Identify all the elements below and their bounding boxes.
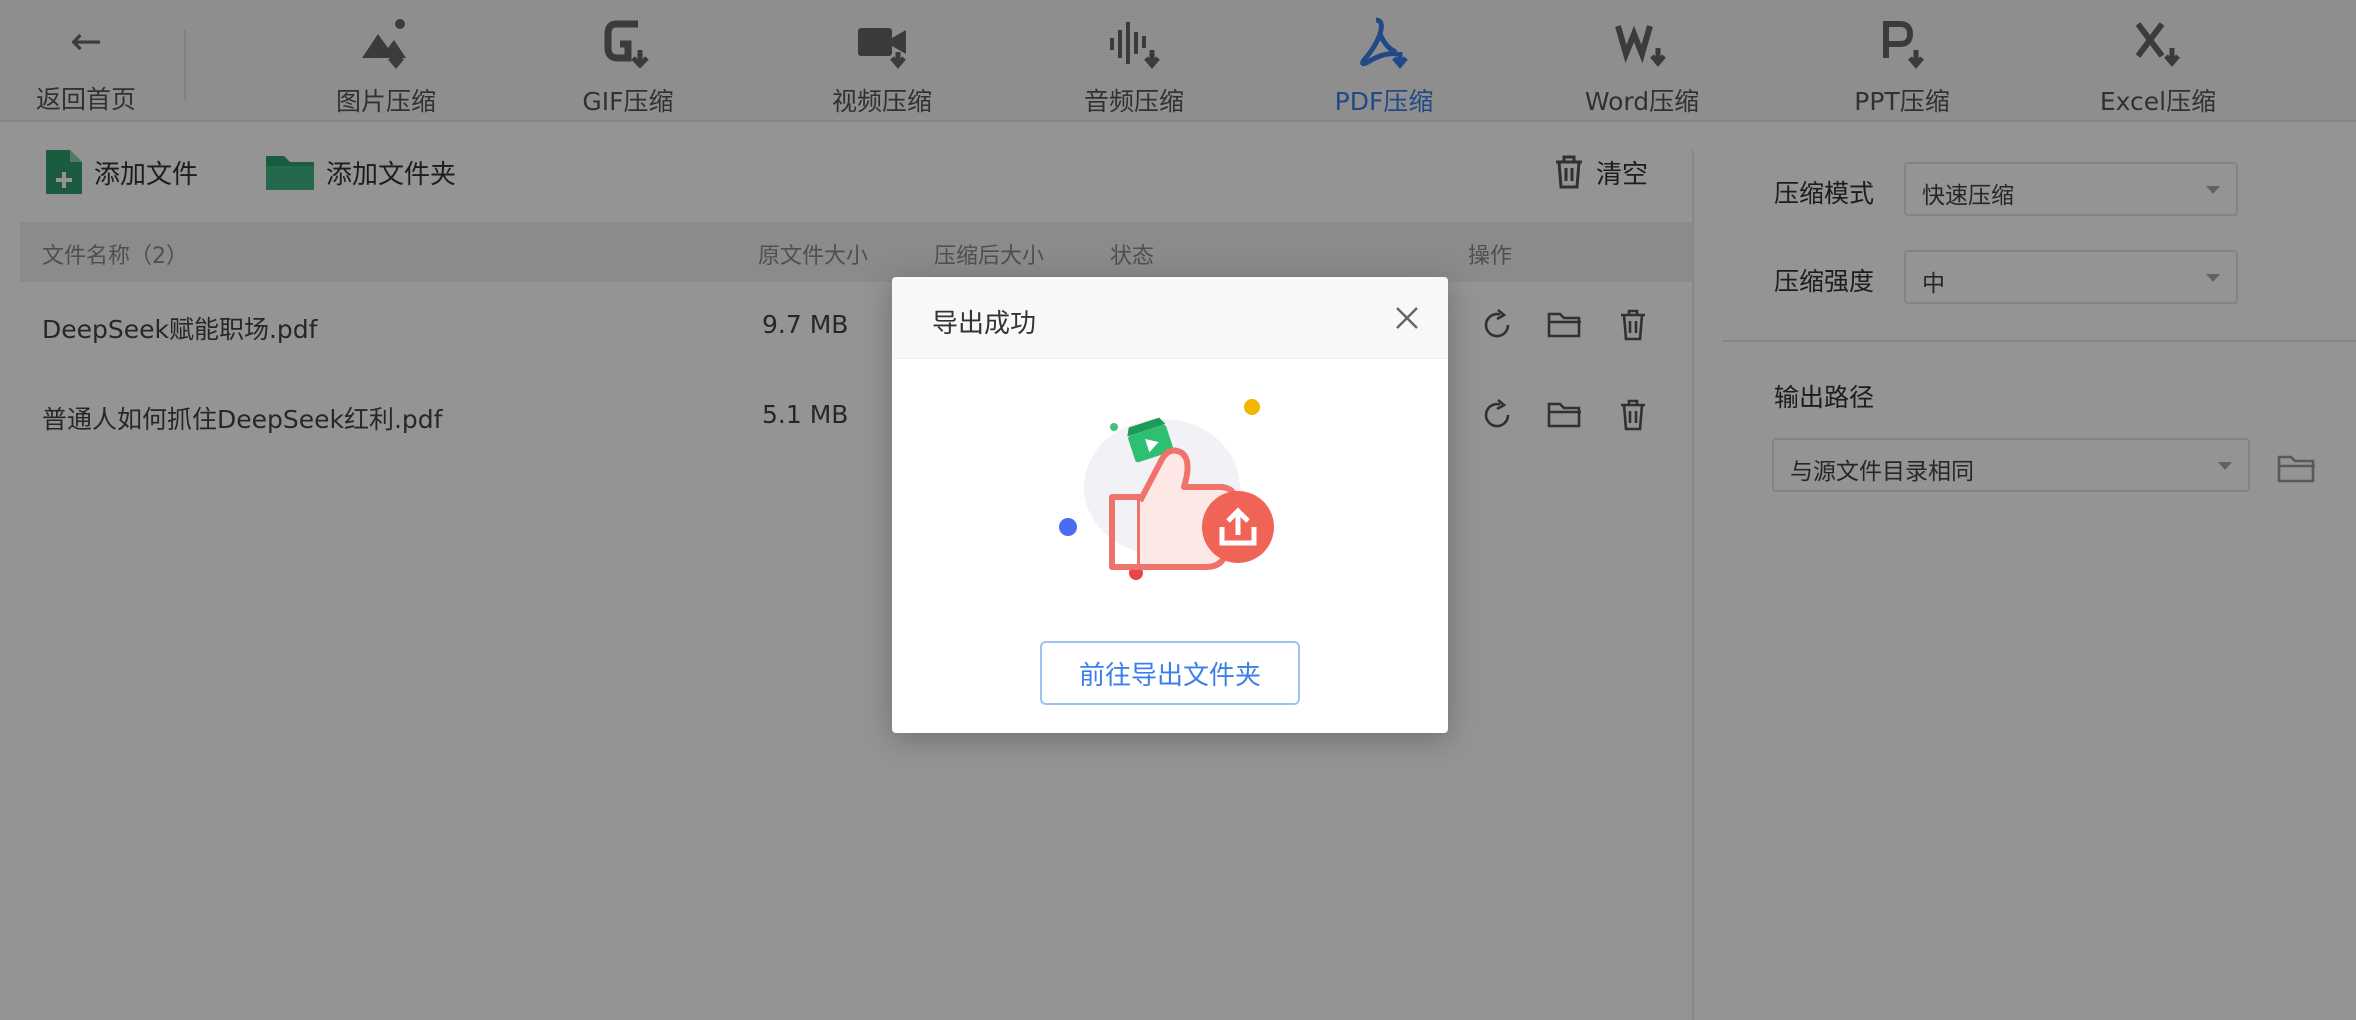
dialog-header: 导出成功 bbox=[892, 277, 1448, 359]
close-icon[interactable] bbox=[1386, 297, 1428, 339]
dialog-title: 导出成功 bbox=[932, 309, 1037, 339]
success-illustration bbox=[1042, 377, 1302, 597]
open-export-folder-button[interactable]: 前往导出文件夹 bbox=[1040, 641, 1300, 705]
export-success-dialog: 导出成功 前往导出文件夹 bbox=[892, 277, 1448, 733]
